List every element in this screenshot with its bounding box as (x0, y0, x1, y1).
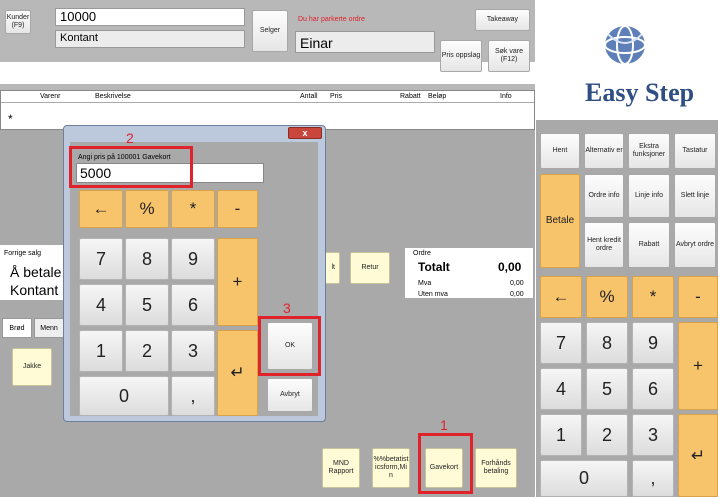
annotation-1: 1 (440, 417, 448, 433)
star-key[interactable]: * (171, 190, 215, 228)
annotation-3: 3 (283, 300, 291, 316)
col-pris: Pris (330, 93, 343, 100)
order-title: Ordre (413, 250, 431, 257)
right-key-5[interactable]: 5 (586, 368, 628, 410)
right-percent-key[interactable]: % (586, 276, 628, 318)
uten-mva-value: 0,00 (510, 291, 524, 298)
item-jakke-button[interactable]: Jakke (12, 348, 52, 386)
col-varenr: Varenr (40, 93, 61, 100)
col-beskrivelse: Beskrivelse (95, 93, 131, 100)
plus-key[interactable]: + (217, 238, 258, 326)
uten-mva-label: Uten mva (418, 291, 448, 298)
tab-brod[interactable]: Brød (2, 318, 32, 338)
right-key-4[interactable]: 4 (540, 368, 582, 410)
customer-button[interactable]: Kunder (F9) (5, 10, 31, 34)
right-enter-icon[interactable]: ↵ (678, 414, 718, 497)
right-star-key[interactable]: * (632, 276, 674, 318)
to-pay-label: Å betale (10, 264, 62, 280)
key-5[interactable]: 5 (125, 284, 169, 326)
right-key-9[interactable]: 9 (632, 322, 674, 364)
ekstra-funksjoner-button[interactable]: Ekstra funksjoner (628, 133, 670, 169)
total-label: Totalt (418, 260, 450, 274)
customer-name: Kontant (60, 32, 98, 44)
highlight-ok (258, 316, 321, 376)
key-4[interactable]: 4 (79, 284, 123, 326)
avbryt-ordre-button[interactable]: Avbryt ordre (674, 222, 716, 268)
statistics-button[interactable]: %%betatist icsform,Mi n (372, 448, 410, 488)
hent-kreditt-button[interactable]: Hent kredit ordre (584, 222, 624, 268)
key-3[interactable]: 3 (171, 330, 215, 372)
col-info: Info (500, 93, 512, 100)
mva-value: 0,00 (510, 280, 524, 287)
ordre-info-button[interactable]: Ordre info (584, 174, 624, 218)
avbryt-button[interactable]: Avbryt (267, 378, 313, 412)
minus-key[interactable]: - (217, 190, 258, 228)
mnd-rapport-button[interactable]: MND Rapport (322, 448, 360, 488)
tastatur-button[interactable]: Tastatur (674, 133, 716, 169)
key-9[interactable]: 9 (171, 238, 215, 280)
slett-linje-button[interactable]: Slett linje (674, 174, 716, 218)
col-belop: Beløp (428, 93, 447, 100)
total-value: 0,00 (498, 260, 522, 274)
alternativer-button[interactable]: Alternativ er (584, 133, 624, 169)
right-comma-key[interactable]: , (632, 460, 674, 497)
betale-button[interactable]: Betale (540, 174, 580, 268)
hent-button[interactable]: Hent (540, 133, 580, 169)
right-key-7[interactable]: 7 (540, 322, 582, 364)
search-item-button[interactable]: Søk vare (F12) (488, 40, 530, 72)
right-key-8[interactable]: 8 (586, 322, 628, 364)
row-marker: * (8, 112, 13, 126)
percent-key[interactable]: % (125, 190, 169, 228)
right-key-6[interactable]: 6 (632, 368, 674, 410)
seller-button[interactable]: Selger (252, 10, 288, 52)
customer-number: 10000 (60, 9, 97, 24)
mva-label: Mva (418, 280, 432, 287)
key-1[interactable]: 1 (79, 330, 123, 372)
key-2[interactable]: 2 (125, 330, 169, 372)
takeaway-button[interactable]: Takeaway (475, 9, 530, 31)
right-back-arrow-icon[interactable]: ← (540, 276, 582, 318)
right-plus-key[interactable]: + (678, 322, 718, 410)
seller-name: Einar (300, 35, 333, 51)
tab-menn[interactable]: Menn (34, 318, 64, 338)
forhands-betaling-button[interactable]: Forhånds betaling (475, 448, 517, 488)
annotation-2: 2 (126, 130, 134, 146)
highlight-gavekort (418, 433, 473, 494)
retur-button[interactable]: Retur (350, 252, 390, 284)
parked-orders-text: Du har parkerte ordre (298, 16, 365, 23)
col-rabatt: Rabatt (400, 93, 421, 100)
price-lookup-button[interactable]: Pris oppslag (440, 40, 482, 72)
highlight-input (69, 146, 193, 188)
right-minus-key[interactable]: - (678, 276, 718, 318)
right-key-3[interactable]: 3 (632, 414, 674, 456)
col-antall: Antall (300, 93, 318, 100)
prev-sale-label: Forrige salg (4, 250, 41, 257)
key-8[interactable]: 8 (125, 238, 169, 280)
right-key-2[interactable]: 2 (586, 414, 628, 456)
rabatt-button[interactable]: Rabatt (628, 222, 670, 268)
payment-label: Kontant (10, 282, 59, 298)
key-7[interactable]: 7 (79, 238, 123, 280)
comma-key[interactable]: , (171, 376, 215, 416)
key-0[interactable]: 0 (79, 376, 169, 416)
back-arrow-icon[interactable]: ← (79, 190, 123, 228)
key-6[interactable]: 6 (171, 284, 215, 326)
logo-text: Easy Step (585, 78, 695, 107)
table-header-row (1, 91, 534, 103)
linje-info-button[interactable]: Linje info (628, 174, 670, 218)
right-key-0[interactable]: 0 (540, 460, 628, 497)
right-key-1[interactable]: 1 (540, 414, 582, 456)
globe-logo-icon (600, 22, 650, 68)
close-icon[interactable]: x (288, 127, 322, 139)
enter-icon[interactable]: ↵ (217, 330, 258, 416)
